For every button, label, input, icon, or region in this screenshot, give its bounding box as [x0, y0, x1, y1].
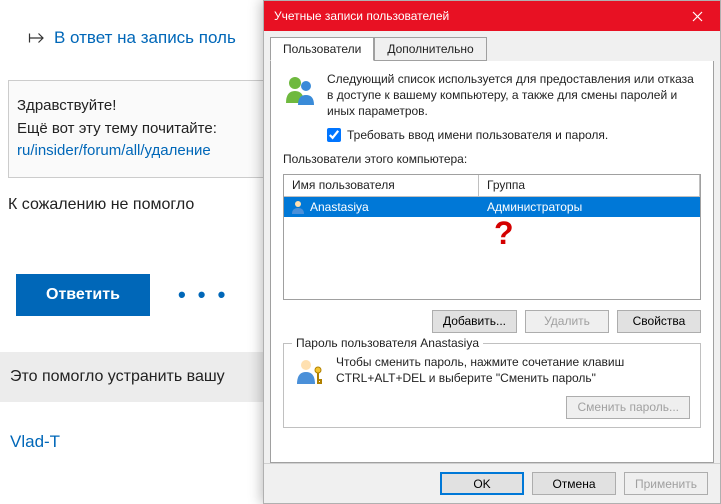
password-group-title: Пароль пользователя Anastasiya [292, 336, 483, 350]
list-header: Имя пользователя Группа [284, 175, 700, 197]
users-list[interactable]: Имя пользователя Группа Anastasiya Админ… [283, 174, 701, 300]
require-login-checkbox[interactable] [327, 128, 341, 142]
in-reply-link[interactable]: В ответ на запись поль [54, 28, 236, 48]
require-login-row[interactable]: Требовать ввод имени пользователя и паро… [327, 128, 701, 142]
user-icon [290, 199, 306, 215]
password-desc-text: Чтобы сменить пароль, нажмите сочетание … [336, 354, 690, 386]
cancel-button[interactable]: Отмена [532, 472, 616, 495]
users-list-label: Пользователи этого компьютера: [283, 152, 701, 166]
post-greeting: Здравствуйте! [17, 97, 116, 114]
post-advice: Ещё вот эту тему почитайте: [17, 120, 217, 137]
more-menu[interactable]: • • • [178, 282, 228, 308]
change-password-button: Сменить пароль... [566, 396, 690, 419]
col-header-user[interactable]: Имя пользователя [284, 175, 479, 196]
tab-body-users: Следующий список используется для предос… [270, 61, 714, 463]
require-login-label: Требовать ввод имени пользователя и паро… [347, 128, 608, 142]
add-user-button[interactable]: Добавить... [432, 310, 517, 333]
reply-arrow-icon [28, 31, 46, 45]
password-groupbox: Пароль пользователя Anastasiya Чтобы сме… [283, 343, 701, 428]
apply-button: Применить [624, 472, 708, 495]
tab-users[interactable]: Пользователи [270, 37, 374, 61]
tab-advanced[interactable]: Дополнительно [374, 37, 486, 61]
list-text-user: Anastasiya [310, 200, 369, 214]
post-link[interactable]: ru/insider/forum/all/удаление [17, 142, 211, 159]
list-button-row: Добавить... Удалить Свойства [283, 310, 701, 333]
dialog-title: Учетные записи пользователей [274, 9, 449, 23]
dialog-button-row: OK Отмена Применить [264, 463, 720, 503]
properties-button[interactable]: Свойства [617, 310, 701, 333]
annotation-question-mark: ? [494, 215, 721, 252]
col-header-group[interactable]: Группа [479, 175, 700, 196]
user-accounts-dialog: Учетные записи пользователей Пользовател… [263, 0, 721, 504]
key-user-icon [294, 356, 326, 388]
list-row-anastasiya[interactable]: Anastasiya Администраторы [284, 197, 700, 217]
description-text: Следующий список используется для предос… [327, 71, 701, 120]
reply-button[interactable]: Ответить [16, 274, 150, 316]
close-button[interactable] [674, 1, 720, 31]
dialog-titlebar: Учетные записи пользователей [264, 1, 720, 31]
dialog-tabs: Пользователи Дополнительно [264, 31, 720, 61]
remove-user-button: Удалить [525, 310, 609, 333]
username-link[interactable]: Vlad-T [10, 432, 60, 452]
users-icon [283, 73, 317, 107]
description-row: Следующий список используется для предос… [283, 71, 701, 120]
list-cell-group: Администраторы [479, 200, 700, 214]
password-desc-row: Чтобы сменить пароль, нажмите сочетание … [294, 354, 690, 388]
list-cell-user: Anastasiya [284, 199, 479, 215]
ok-button[interactable]: OK [440, 472, 524, 495]
close-icon [692, 11, 703, 22]
helpful-text: Это помогло устранить вашу [10, 368, 225, 385]
